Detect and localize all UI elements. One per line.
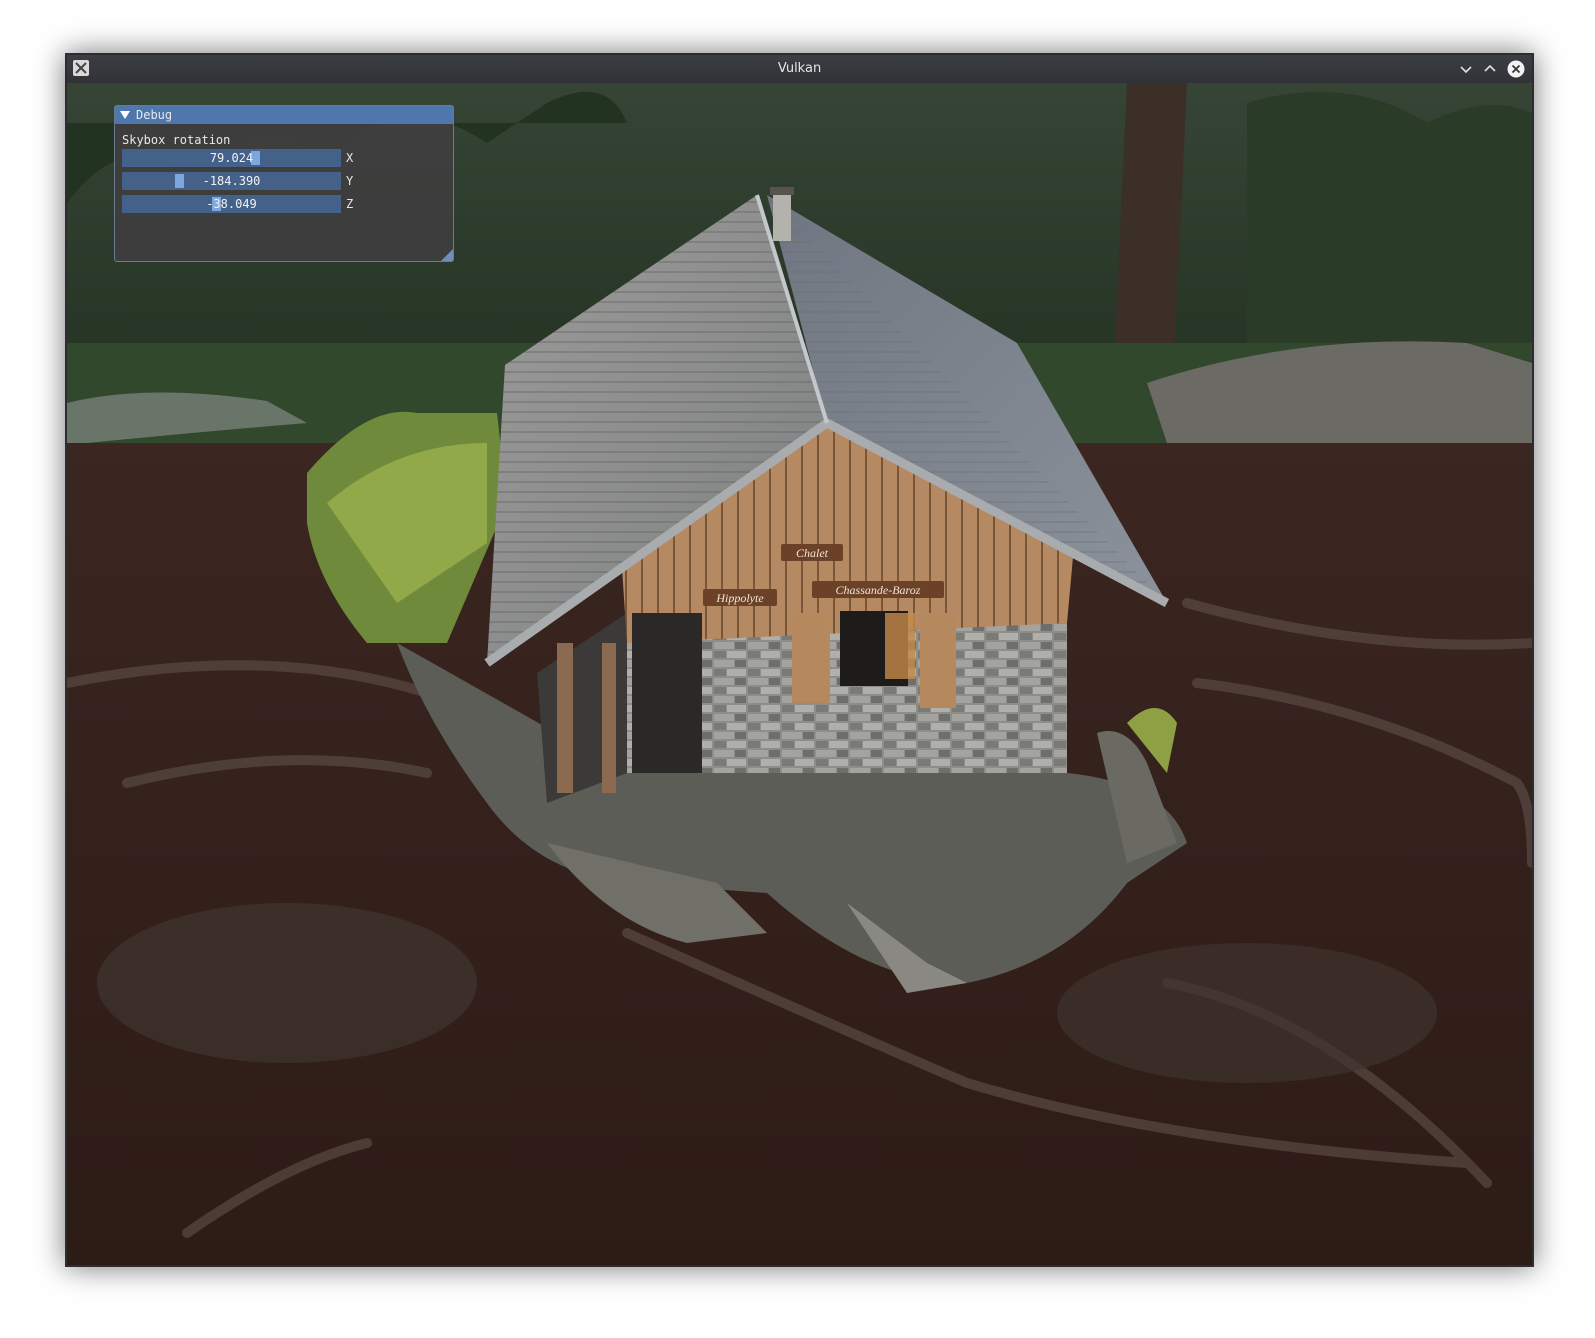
maximize-chevron-icon[interactable] <box>1480 59 1500 79</box>
minimize-chevron-icon[interactable] <box>1456 59 1476 79</box>
axis-label-z: Z <box>346 197 354 211</box>
resize-grip[interactable] <box>441 249 453 261</box>
debug-panel[interactable]: Debug Skybox rotation 79.024 X -184.390 … <box>114 105 454 262</box>
title-bar[interactable]: Vulkan <box>67 55 1532 83</box>
axis-label-y: Y <box>346 174 354 188</box>
slider-row-z: -38.049 Z <box>122 195 442 213</box>
debug-title: Debug <box>136 108 173 122</box>
vulkan-window: Vulkan Chalet Hippolyte Chassande-Baroz … <box>65 53 1534 1267</box>
slider-value-z: -38.049 <box>206 197 257 211</box>
axis-label-x: X <box>346 151 354 165</box>
collapse-triangle-icon[interactable] <box>120 111 130 119</box>
slider-y[interactable]: -184.390 <box>122 172 341 190</box>
sign-right: Chassande-Baroz <box>836 583 921 597</box>
slider-row-x: 79.024 X <box>122 149 442 167</box>
sign-left: Hippolyte <box>715 591 764 605</box>
render-viewport[interactable]: Chalet Hippolyte Chassande-Baroz Debug S… <box>67 83 1532 1265</box>
debug-header[interactable]: Debug <box>115 106 453 124</box>
slider-x[interactable]: 79.024 <box>122 149 341 167</box>
slider-row-y: -184.390 Y <box>122 172 442 190</box>
sign-chalet: Chalet <box>796 546 829 560</box>
window-title: Vulkan <box>777 61 822 76</box>
slider-value-y: -184.390 <box>202 174 261 188</box>
close-circle-icon[interactable] <box>1506 59 1526 79</box>
slider-z[interactable]: -38.049 <box>122 195 341 213</box>
skybox-rotation-label: Skybox rotation <box>122 133 231 147</box>
slider-value-x: 79.024 <box>209 151 254 165</box>
